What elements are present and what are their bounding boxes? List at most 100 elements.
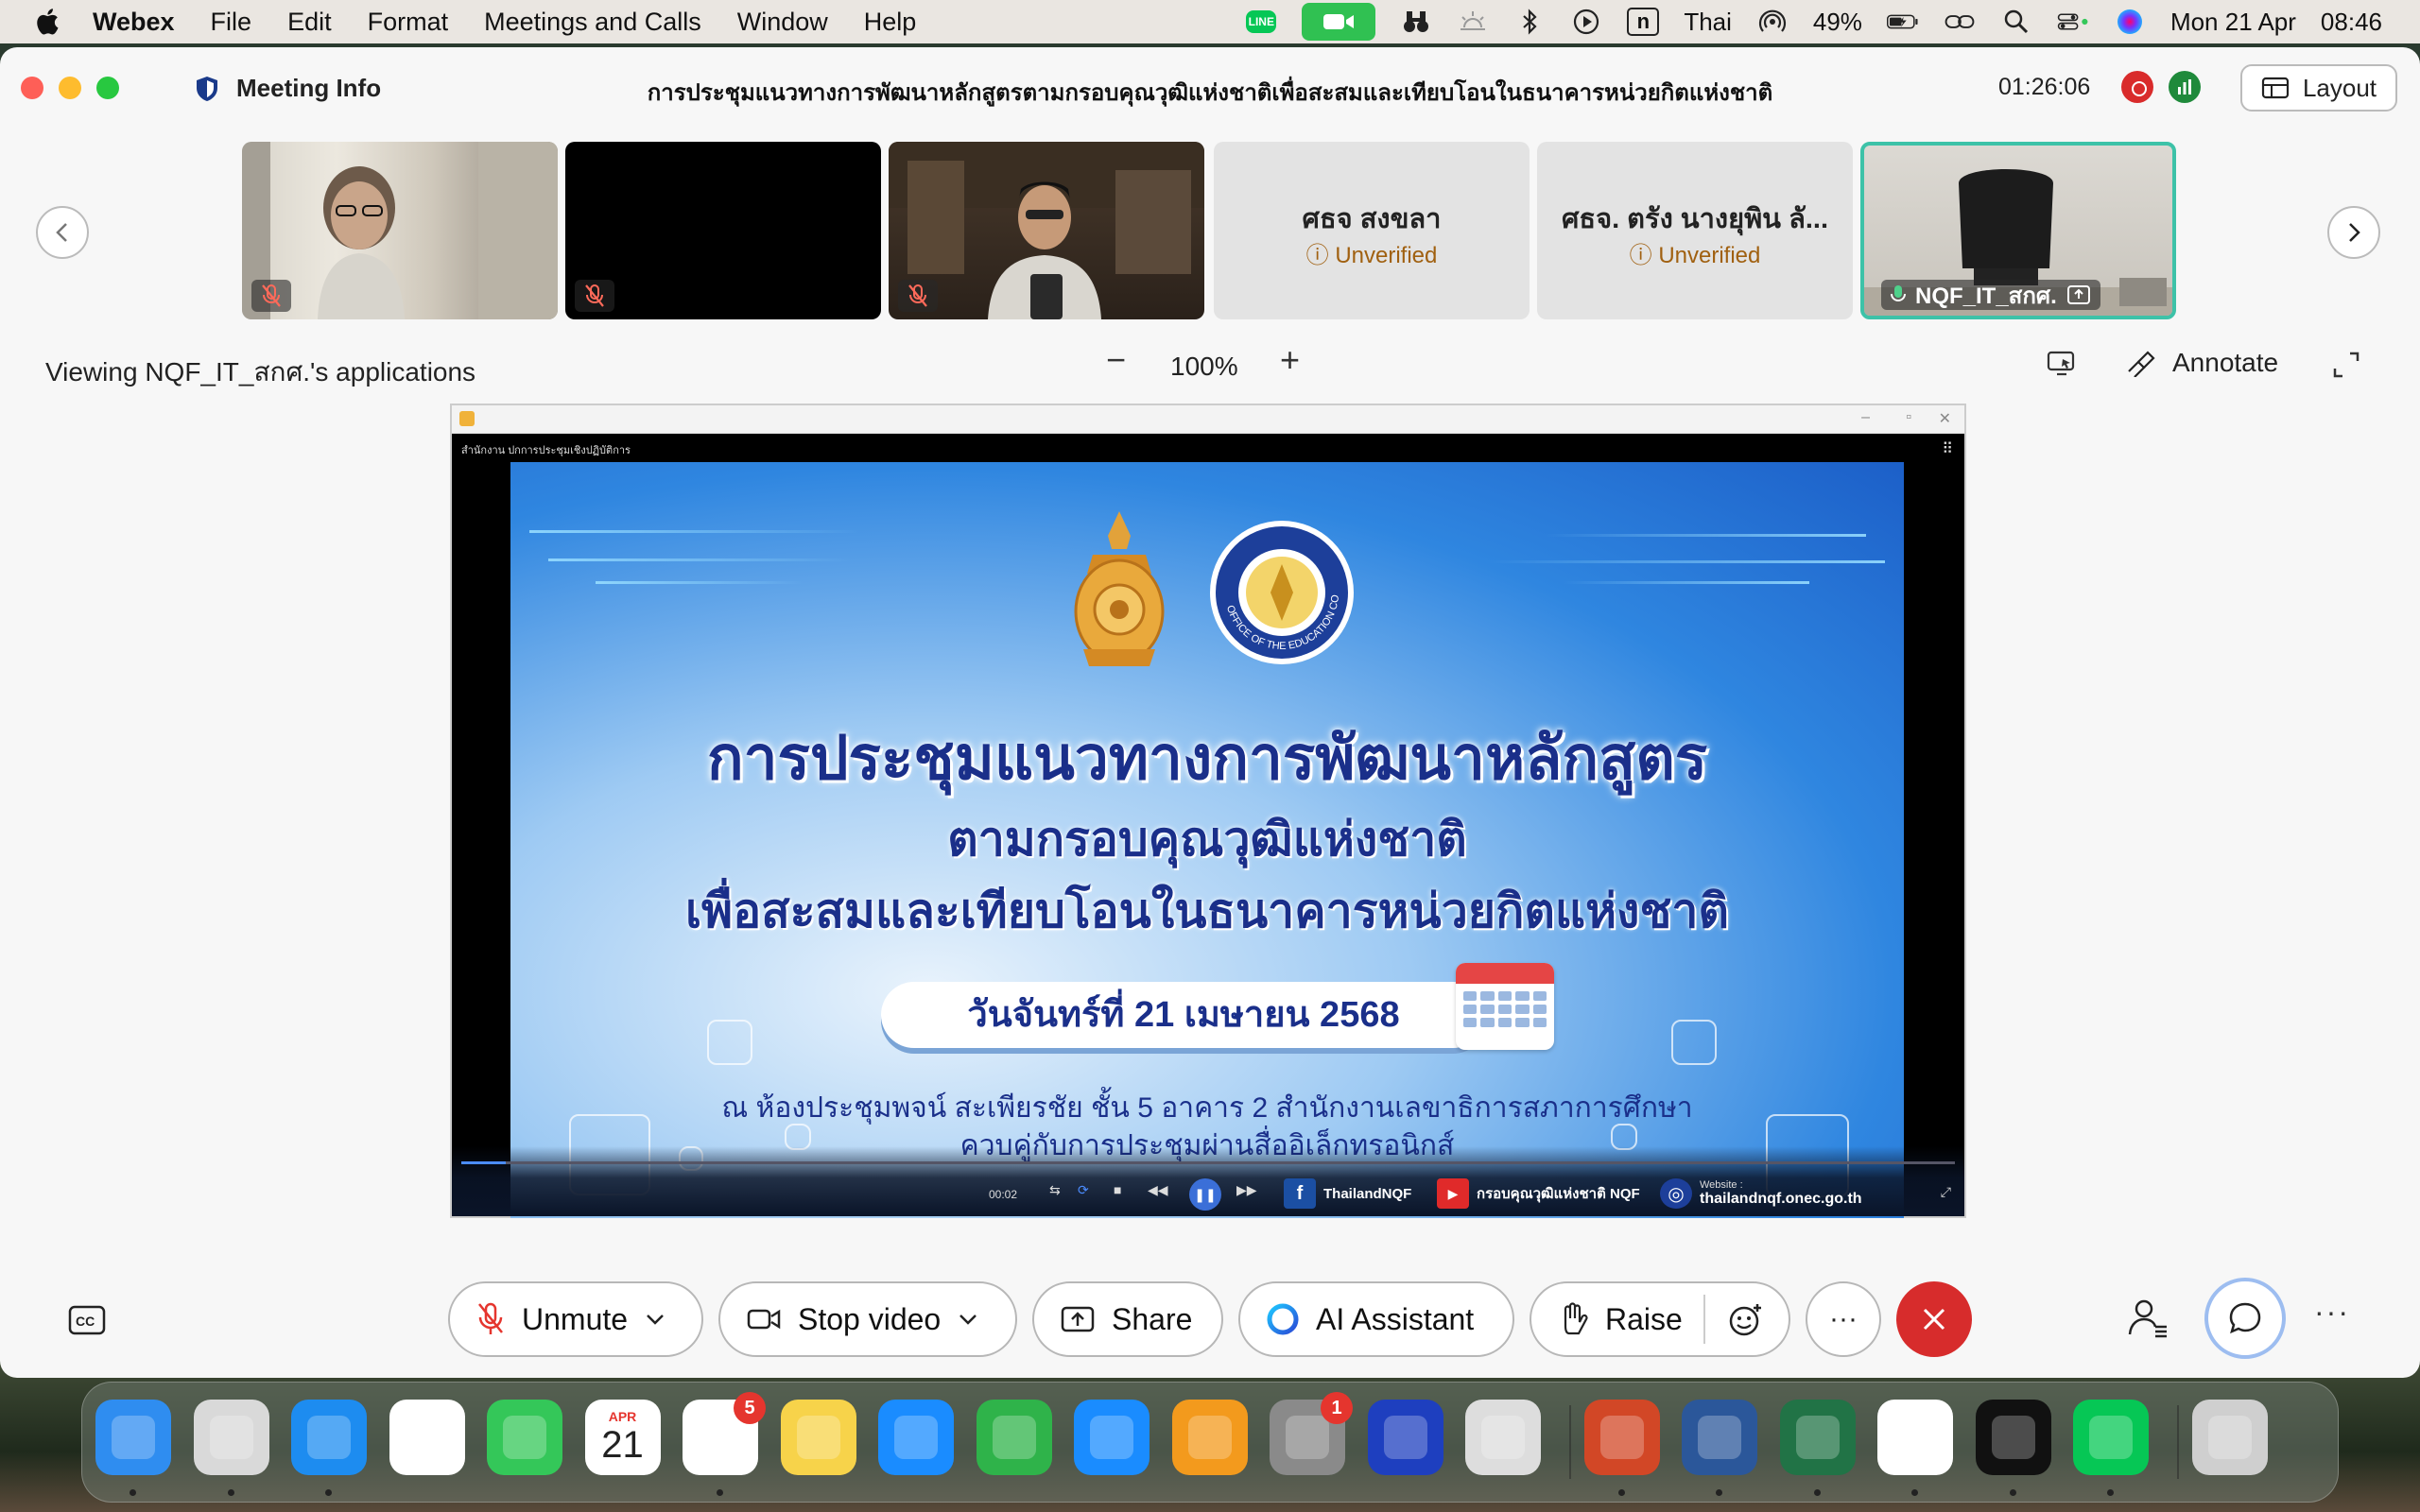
share-label: Share — [1112, 1301, 1193, 1336]
reactions-icon[interactable] — [1728, 1302, 1764, 1338]
annotate-button[interactable]: Annotate — [2125, 348, 2278, 378]
dock-app-powerpoint[interactable] — [1583, 1400, 1660, 1475]
menu-window[interactable]: Window — [737, 8, 828, 37]
dock-app-calendar[interactable]: APR 21 — [584, 1400, 661, 1475]
dock-app-iphone-mirroring[interactable] — [1465, 1400, 1541, 1475]
zoom-out-button[interactable]: − — [1106, 340, 1126, 380]
participants-panel-button[interactable] — [2127, 1297, 2169, 1343]
participants-next-button[interactable] — [2327, 206, 2380, 259]
dock-app-numbers[interactable] — [976, 1400, 1052, 1475]
camera-in-use-icon[interactable] — [1302, 3, 1376, 41]
menubar-time[interactable]: 08:46 — [2321, 8, 2382, 37]
close-window-button[interactable] — [21, 77, 43, 99]
participant-tile-active[interactable]: NQF_IT_สกศ. — [1860, 142, 2176, 319]
more-panels-button[interactable]: ··· — [2314, 1295, 2350, 1330]
bluetooth-icon[interactable] — [1513, 8, 1546, 36]
stop-icon[interactable]: ■ — [1114, 1182, 1121, 1197]
spotlight-search-icon[interactable] — [2000, 8, 2032, 36]
remote-control-icon[interactable] — [2046, 350, 2078, 383]
ai-assistant-label: AI Assistant — [1316, 1301, 1475, 1336]
binoculars-icon[interactable] — [1400, 8, 1432, 36]
dock-app-chrome[interactable] — [1877, 1400, 1953, 1475]
pause-button[interactable]: ❚❚ — [1189, 1178, 1221, 1211]
dock-app-trash[interactable] — [2191, 1400, 2268, 1475]
participant-tile[interactable]: ศธจ สงขลา ⓘ Unverified — [1214, 142, 1530, 319]
input-language-label[interactable]: Thai — [1684, 8, 1732, 37]
menu-file[interactable]: File — [211, 8, 252, 37]
participant-tile[interactable] — [565, 142, 881, 319]
raise-hand-button[interactable]: Raise — [1530, 1281, 1790, 1357]
participant-name: ศธจ. ตรัง นางยุพิน ลั... — [1561, 204, 1829, 234]
share-button[interactable]: Share — [1032, 1281, 1223, 1357]
dock-app-word[interactable] — [1682, 1400, 1757, 1475]
airdrop-icon[interactable] — [1756, 8, 1789, 36]
dock-app-webex[interactable] — [1975, 1400, 2051, 1475]
siri-icon[interactable] — [2114, 8, 2146, 36]
participant-tile[interactable] — [889, 142, 1204, 319]
video-progress-bar[interactable] — [461, 1161, 1955, 1164]
control-center-icon[interactable] — [2057, 8, 2089, 36]
network-stats-icon[interactable] — [2169, 71, 2201, 103]
menu-help[interactable]: Help — [864, 8, 917, 37]
dock-app-safari[interactable] — [291, 1400, 367, 1475]
meeting-info-button[interactable]: Meeting Info — [195, 74, 381, 103]
education-council-seal-icon: OFFICE OF THE EDUCATION COUNCIL — [1206, 517, 1354, 664]
dock-running-indicator — [2107, 1489, 2114, 1496]
chevron-left-icon — [56, 223, 67, 242]
fast-forward-icon[interactable]: ▶▶ — [1236, 1182, 1257, 1198]
unmute-button[interactable]: Unmute — [448, 1281, 703, 1357]
minimize-window-button[interactable] — [59, 77, 81, 99]
shared-screen[interactable]: – ▫ ✕ สำนักงาน ปกการประชุมเชิงปฏิบัติการ… — [450, 404, 1966, 1218]
dock-app-photos[interactable] — [389, 1400, 465, 1475]
dock-app-app-store[interactable] — [1074, 1400, 1150, 1475]
layout-button[interactable]: Layout — [2240, 64, 2397, 112]
playlist-icon[interactable]: ⇆ — [1049, 1182, 1061, 1198]
input-method-icon[interactable]: n — [1627, 8, 1660, 36]
dock-app-pages[interactable] — [1171, 1400, 1248, 1475]
stop-video-button[interactable]: Stop video — [718, 1281, 1017, 1357]
dock-app-reminders[interactable]: 5 — [683, 1392, 766, 1475]
player-fullscreen-icon[interactable]: ⤢ — [1941, 1184, 1951, 1200]
dock-app-finder[interactable] — [95, 1400, 171, 1475]
ai-assistant-button[interactable]: AI Assistant — [1238, 1281, 1514, 1357]
menubar-date[interactable]: Mon 21 Apr — [2170, 8, 2296, 37]
participants-icon — [2128, 1299, 2167, 1338]
participant-tile[interactable] — [242, 142, 558, 319]
zoom-in-button[interactable]: + — [1280, 340, 1300, 380]
chevron-down-icon[interactable] — [958, 1313, 978, 1326]
chevron-down-icon[interactable] — [645, 1313, 666, 1326]
repeat-icon[interactable]: ⟳ — [1078, 1182, 1089, 1198]
line-status-icon[interactable]: LINE — [1245, 8, 1277, 36]
dock-app-excel[interactable] — [1779, 1400, 1856, 1475]
apple-menu-icon[interactable] — [34, 7, 64, 37]
menu-format[interactable]: Format — [368, 8, 449, 37]
menu-app-name[interactable]: Webex — [93, 8, 175, 37]
line-icon — [2089, 1416, 2133, 1459]
participant-tile[interactable]: ศธจ. ตรัง นางยุพิน ลั... ⓘ Unverified — [1537, 142, 1853, 319]
dock-app-line[interactable] — [2073, 1400, 2149, 1475]
recording-indicator[interactable] — [2121, 71, 2153, 103]
dock-app-screen-mirroring[interactable] — [1367, 1400, 1443, 1475]
brightness-icon[interactable] — [1457, 8, 1489, 36]
dock-app-notes[interactable] — [780, 1400, 856, 1475]
menu-meetings-and-calls[interactable]: Meetings and Calls — [484, 8, 701, 37]
chat-panel-button[interactable] — [2204, 1278, 2286, 1359]
dock-app-system-settings[interactable]: 1 — [1270, 1392, 1353, 1475]
zoom-level[interactable]: 100% — [1170, 352, 1238, 382]
fullscreen-icon[interactable] — [2331, 350, 2361, 385]
rewind-icon[interactable]: ◀◀ — [1148, 1182, 1168, 1198]
now-playing-icon[interactable] — [1570, 8, 1602, 36]
battery-icon[interactable] — [1886, 8, 1919, 36]
participants-prev-button[interactable] — [36, 206, 89, 259]
dock-app-launchpad[interactable] — [193, 1400, 269, 1475]
participant-name: ศธจ สงขลา — [1302, 204, 1442, 234]
closed-captions-button[interactable]: CC — [68, 1304, 106, 1341]
zoom-window-button[interactable] — [96, 77, 119, 99]
screen-mirroring-link-icon[interactable] — [1944, 8, 1976, 36]
decor-line — [529, 530, 860, 533]
dock-app-facetime[interactable] — [487, 1400, 562, 1475]
more-options-button[interactable]: ··· — [1806, 1281, 1881, 1357]
leave-meeting-button[interactable] — [1896, 1281, 1972, 1357]
dock-app-keynote[interactable] — [878, 1400, 954, 1475]
menu-edit[interactable]: Edit — [287, 8, 332, 37]
